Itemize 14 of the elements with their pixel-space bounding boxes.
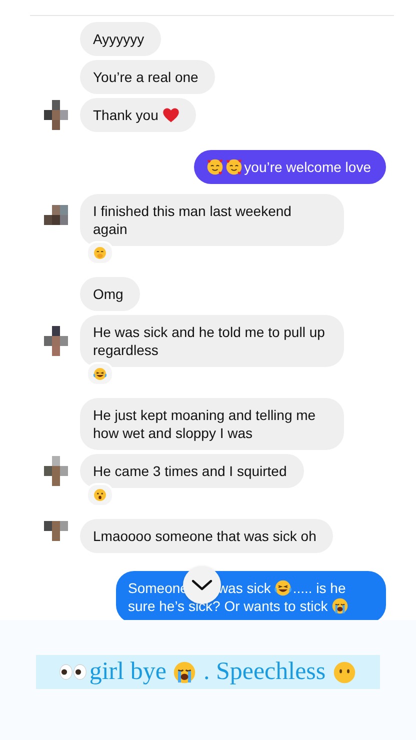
message-text: He just kept moaning and telling me how wet and sloppy I was — [93, 407, 316, 441]
message-text: Lmaoooo someone that was sick oh — [93, 528, 316, 544]
message-text: you’re welcome love — [244, 158, 371, 176]
message-text: He was sick and he told me to pull up regardless — [93, 324, 325, 358]
message-text: ..... is he — [292, 579, 346, 597]
message-text: I finished this man last weekend again — [93, 203, 292, 237]
caption-text: . Speechless — [203, 658, 326, 686]
message-text: sure he’s sick? Or wants to stick — [128, 597, 328, 615]
message-text: He came 3 times and I squirted — [93, 463, 287, 479]
message-text: Thank you — [93, 107, 158, 123]
caption-text: girl bye — [89, 658, 166, 686]
message-text: Omg — [93, 286, 124, 302]
message-text: Ayyyyyy — [93, 31, 144, 47]
message-text: You’re a real one — [93, 69, 198, 85]
